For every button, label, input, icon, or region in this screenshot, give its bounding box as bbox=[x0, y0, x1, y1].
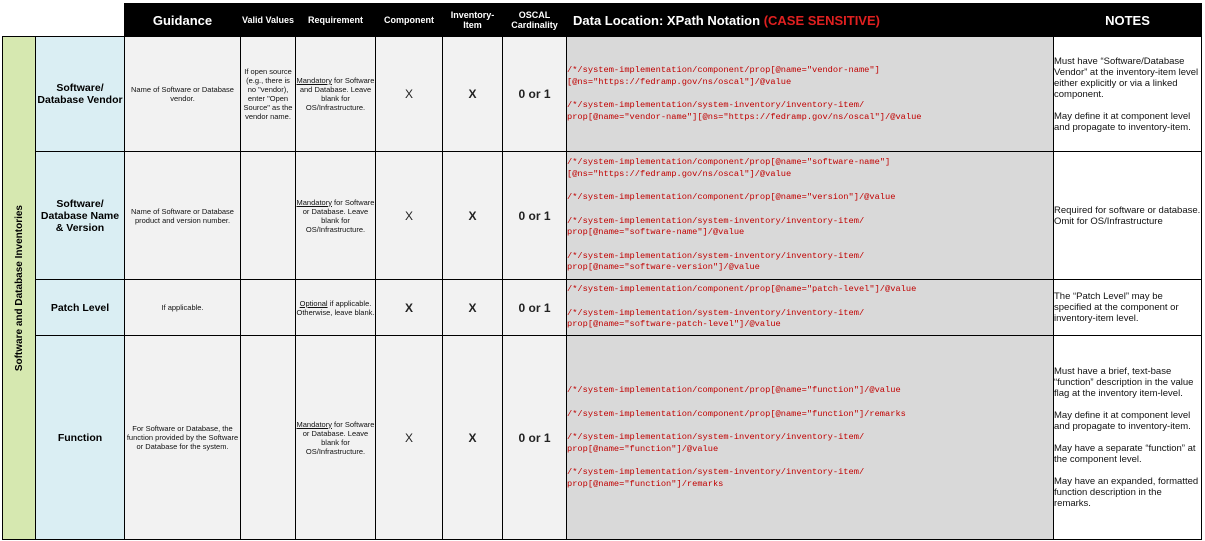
row-guidance: Name of Software or Database product and… bbox=[124, 151, 241, 280]
row-guidance: For Software or Database, the function p… bbox=[124, 335, 241, 540]
header-inventory-item: Inventory-Item bbox=[442, 3, 503, 37]
table-row: Software and Database Inventories Softwa… bbox=[2, 36, 1202, 540]
xpath-line: /*/system-implementation/system-inventor… bbox=[567, 432, 865, 454]
row-inventory-item: X bbox=[442, 36, 503, 152]
xpath-line: /*/system-implementation/component/prop[… bbox=[567, 408, 906, 419]
header-oscal-cardinality: OSCAL Cardinality bbox=[502, 3, 567, 37]
xpath-line: /*/system-implementation/component/prop[… bbox=[567, 385, 901, 395]
note-paragraph: The “Patch Level” may be specified at th… bbox=[1054, 291, 1179, 324]
note-paragraph: May have a separate “function” at the co… bbox=[1054, 443, 1196, 465]
row-cardinality: 0 or 1 bbox=[502, 335, 567, 540]
header-blank bbox=[2, 3, 125, 37]
xpath-line: /*/system-implementation/component/prop[… bbox=[567, 284, 917, 295]
xpath-line: /*/system-implementation/component/prop[… bbox=[567, 65, 880, 87]
section-label-cell: Software and Database Inventories bbox=[2, 36, 36, 540]
header-valid-values: Valid Values bbox=[240, 3, 296, 37]
table-row: Software/ Database Name & Version Name o… bbox=[3, 151, 1202, 280]
note-paragraph: May define it at component level and pro… bbox=[1054, 410, 1191, 432]
row-valid-values bbox=[240, 279, 296, 336]
xpath-line: /*/system-implementation/system-inventor… bbox=[567, 100, 922, 122]
note-paragraph: Required for software or database. Omit … bbox=[1054, 204, 1201, 227]
row-xpath: /*/system-implementation/component/prop[… bbox=[566, 151, 1054, 280]
table-row: Patch Level If applicable. Optional if a… bbox=[3, 279, 1202, 336]
xpath-line: /*/system-implementation/component/prop[… bbox=[567, 157, 891, 179]
row-component: X bbox=[375, 279, 443, 336]
xpath-line: /*/system-implementation/component/prop[… bbox=[567, 192, 896, 203]
inventory-requirements-table: Guidance Valid Values Requirement Compon… bbox=[2, 3, 1202, 540]
row-guidance: If applicable. bbox=[124, 279, 241, 336]
row-valid-values: If open source (e.g., there is no "vendo… bbox=[240, 36, 296, 152]
row-name: Function bbox=[35, 335, 125, 540]
row-inventory-item: X bbox=[442, 335, 503, 540]
row-guidance: Name of Software or Database vendor. bbox=[124, 36, 241, 152]
xpath-line: /*/system-implementation/system-inventor… bbox=[567, 215, 865, 238]
row-notes: The “Patch Level” may be specified at th… bbox=[1053, 279, 1202, 336]
header-guidance: Guidance bbox=[124, 3, 241, 37]
row-component: X bbox=[375, 335, 443, 540]
header-xpath: Data Location: XPath Notation (CASE SENS… bbox=[566, 3, 1054, 37]
row-requirement: Mandatory for Software or Database. Leav… bbox=[295, 335, 376, 540]
row-component: X bbox=[375, 151, 443, 280]
requirement-keyword: Mandatory bbox=[296, 76, 332, 85]
row-valid-values bbox=[240, 151, 296, 280]
xpath-line: /*/system-implementation/system-inventor… bbox=[567, 307, 865, 330]
row-requirement: Mandatory for Software and Database. Lea… bbox=[295, 36, 376, 152]
row-name: Software/ Database Vendor bbox=[35, 36, 125, 152]
header-row: Guidance Valid Values Requirement Compon… bbox=[2, 3, 1202, 37]
row-requirement: Optional if applicable. Otherwise, leave… bbox=[295, 279, 376, 336]
note-paragraph: May define it at component level and pro… bbox=[1054, 110, 1191, 133]
header-component: Component bbox=[375, 3, 443, 37]
row-cardinality: 0 or 1 bbox=[502, 36, 567, 152]
row-valid-values bbox=[240, 335, 296, 540]
row-cardinality: 0 or 1 bbox=[502, 279, 567, 336]
row-name: Patch Level bbox=[35, 279, 125, 336]
row-inventory-item: X bbox=[442, 279, 503, 336]
header-xpath-title: Data Location: XPath Notation bbox=[573, 12, 761, 28]
header-xpath-case: (CASE SENSITIVE) bbox=[763, 12, 880, 28]
table-row: Function For Software or Database, the f… bbox=[3, 335, 1202, 540]
xpath-line: /*/system-implementation/system-inventor… bbox=[567, 467, 865, 489]
note-paragraph: Must have a brief, text-base “function” … bbox=[1054, 366, 1194, 399]
requirement-keyword: Mandatory bbox=[296, 197, 332, 207]
row-component: X bbox=[375, 36, 443, 152]
section-label: Software and Database Inventories bbox=[13, 204, 25, 372]
note-paragraph: Must have “Software/Database Vendor” at … bbox=[1054, 55, 1199, 100]
row-notes: Must have a brief, text-base “function” … bbox=[1053, 335, 1202, 540]
requirement-keyword: Mandatory bbox=[296, 419, 332, 429]
row-xpath: /*/system-implementation/component/prop[… bbox=[566, 279, 1054, 336]
header-requirement: Requirement bbox=[295, 3, 376, 37]
row-cardinality: 0 or 1 bbox=[502, 151, 567, 280]
row-xpath: /*/system-implementation/component/prop[… bbox=[566, 36, 1054, 152]
row-inventory-item: X bbox=[442, 151, 503, 280]
row-notes: Must have “Software/Database Vendor” at … bbox=[1053, 36, 1202, 152]
row-notes: Required for software or database. Omit … bbox=[1053, 151, 1202, 280]
xpath-line: /*/system-implementation/system-inventor… bbox=[567, 250, 865, 273]
row-name: Software/ Database Name & Version bbox=[35, 151, 125, 280]
note-paragraph: May have an expanded, formatted function… bbox=[1054, 476, 1199, 509]
header-notes: NOTES bbox=[1053, 3, 1202, 37]
requirement-keyword: Optional bbox=[299, 298, 328, 308]
row-requirement: Mandatory for Software or Database. Leav… bbox=[295, 151, 376, 280]
row-xpath: /*/system-implementation/component/prop[… bbox=[566, 335, 1054, 540]
